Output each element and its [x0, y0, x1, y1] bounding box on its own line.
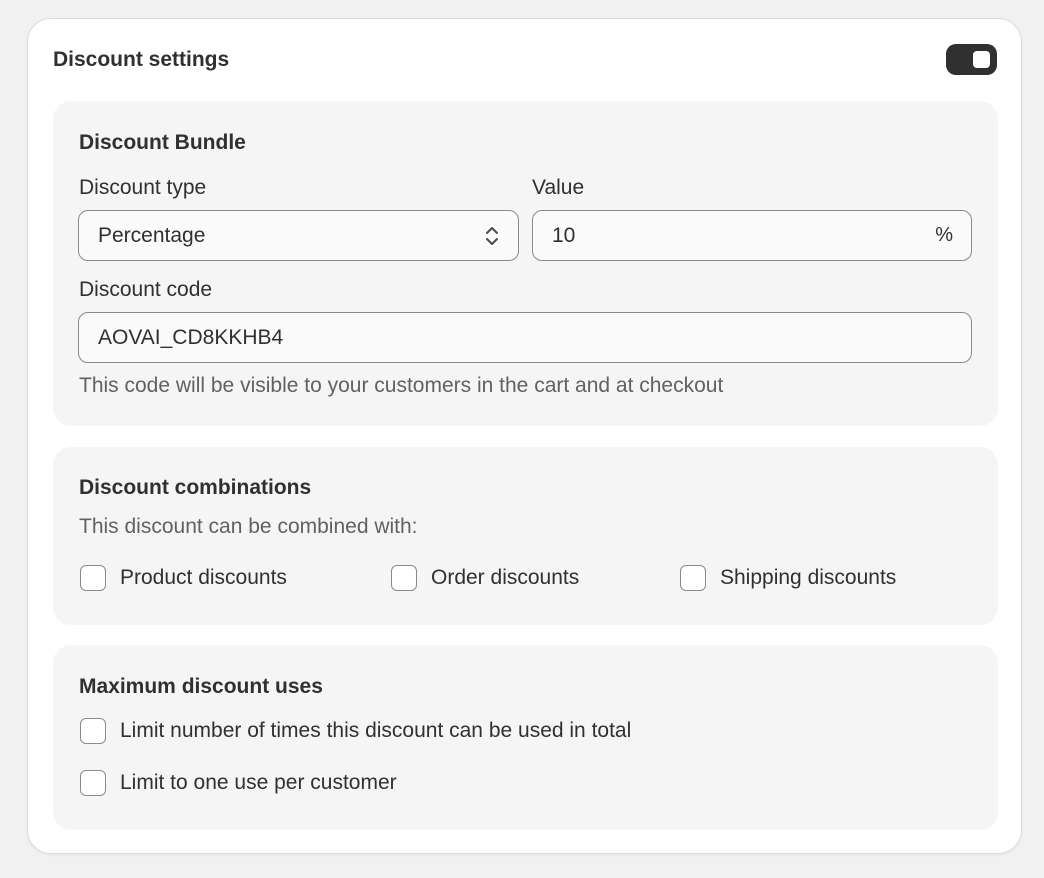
product-discounts-label[interactable]: Product discounts	[120, 566, 287, 590]
discount-toggle[interactable]	[946, 44, 997, 75]
discount-code-label: Discount code	[79, 278, 213, 301]
discount-combinations-section: Discount combinations This discount can …	[53, 447, 998, 625]
order-discounts-checkbox[interactable]	[391, 565, 417, 591]
limit-total-uses-label[interactable]: Limit number of times this discount can …	[120, 719, 631, 743]
section-title-discount-combinations: Discount combinations	[79, 476, 312, 499]
shipping-discounts-checkbox[interactable]	[680, 565, 706, 591]
value-input[interactable]: 10 %	[532, 210, 972, 261]
discount-code-text: AOVAI_CD8KKHB4	[98, 326, 284, 349]
card-title: Discount settings	[53, 48, 230, 71]
discount-type-select[interactable]: Percentage	[78, 210, 519, 261]
section-title-maximum-discount-uses: Maximum discount uses	[79, 675, 323, 698]
toggle-knob	[973, 51, 990, 68]
shipping-discounts-label[interactable]: Shipping discounts	[720, 566, 896, 590]
limit-total-uses-checkbox[interactable]	[80, 718, 106, 744]
discount-type-label: Discount type	[79, 176, 207, 199]
maximum-discount-uses-section: Maximum discount uses Limit number of ti…	[53, 645, 998, 830]
discount-code-help-text: This code will be visible to your custom…	[79, 374, 724, 397]
product-discounts-checkbox[interactable]	[80, 565, 106, 591]
discount-code-input[interactable]: AOVAI_CD8KKHB4	[78, 312, 972, 363]
select-arrows-icon	[486, 227, 498, 245]
section-title-discount-bundle: Discount Bundle	[79, 131, 246, 154]
value-input-text: 10	[552, 224, 576, 247]
value-label: Value	[532, 176, 585, 199]
discount-settings-card: Discount settings Discount Bundle Discou…	[27, 18, 1022, 854]
limit-one-per-customer-label[interactable]: Limit to one use per customer	[120, 771, 397, 795]
discount-bundle-section: Discount Bundle Discount type Value Perc…	[53, 101, 998, 426]
discount-type-selected-value: Percentage	[98, 224, 206, 247]
percent-suffix: %	[935, 224, 953, 246]
limit-one-per-customer-checkbox[interactable]	[80, 770, 106, 796]
combinations-subtitle: This discount can be combined with:	[79, 515, 418, 538]
order-discounts-label[interactable]: Order discounts	[431, 566, 579, 590]
